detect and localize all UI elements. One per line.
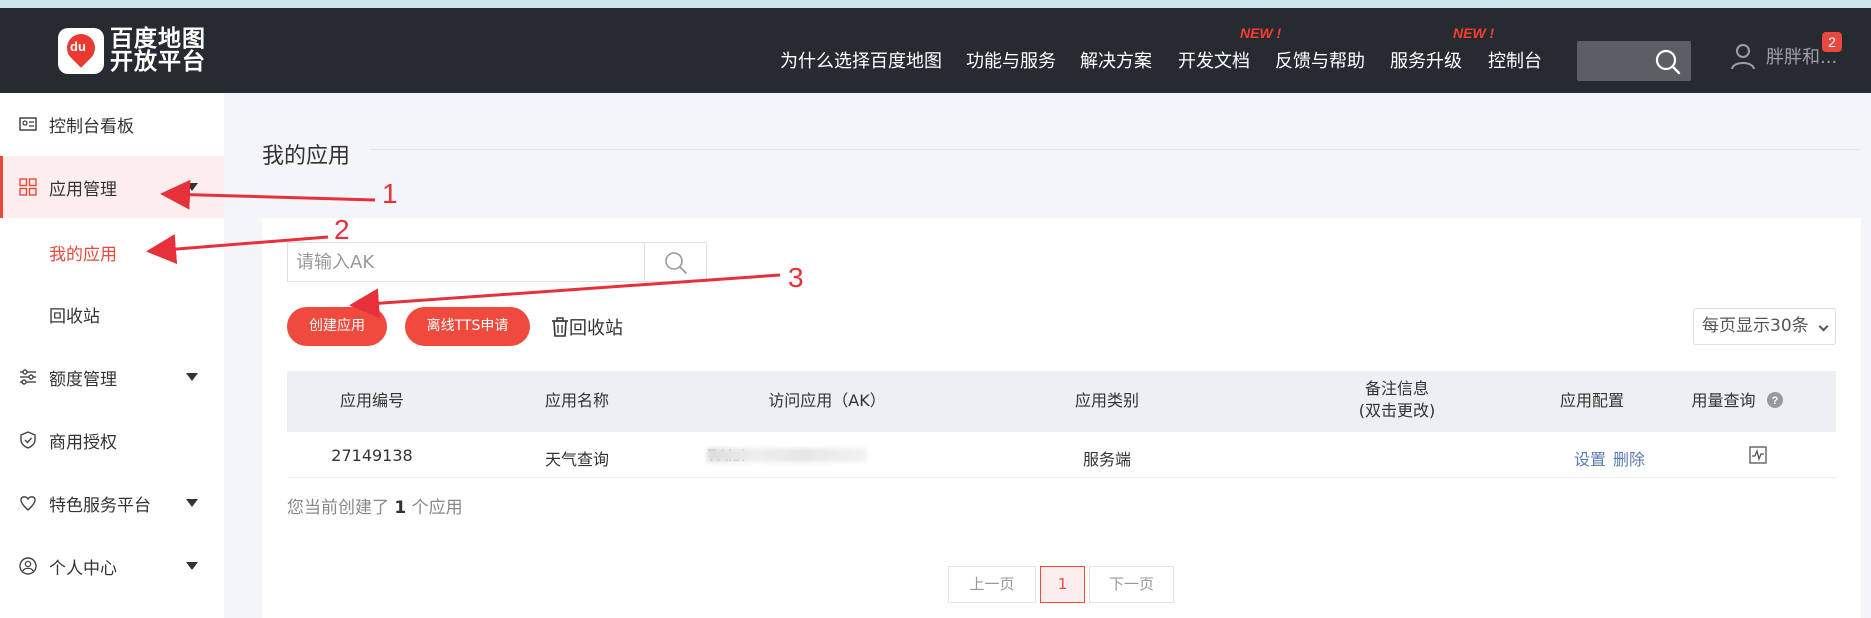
sidebar-item-label: 个人中心 xyxy=(49,558,117,579)
page-title: 我的应用 xyxy=(262,144,351,169)
sidebar: 控制台看板 应用管理 我的应用 回收站 额度管理 商用授权 特色服务平台 个人中… xyxy=(0,93,224,618)
search-icon xyxy=(1655,49,1681,75)
new-badge-upgrade: NEW ! xyxy=(1453,25,1495,41)
chevron-down-icon[interactable] xyxy=(186,562,198,570)
chevron-down-icon[interactable] xyxy=(186,499,198,507)
help-icon[interactable]: ? xyxy=(1766,392,1783,408)
search-icon xyxy=(665,252,687,274)
chevron-down-icon xyxy=(1818,321,1829,332)
gem-icon xyxy=(20,496,36,511)
nav-upgrade[interactable]: 服务升级 xyxy=(1390,50,1462,74)
col-usage-label: 用量查询 xyxy=(1691,391,1756,410)
user-icon xyxy=(1731,44,1755,70)
notification-badge[interactable]: 2 xyxy=(1822,32,1842,52)
header-search[interactable] xyxy=(1577,41,1691,81)
baidu-logo-icon: du xyxy=(58,28,104,74)
id-card-icon xyxy=(19,117,37,131)
sliders-icon xyxy=(20,369,36,385)
page-1-button[interactable]: 1 xyxy=(1040,566,1085,603)
sidebar-item-dashboard[interactable]: 控制台看板 xyxy=(0,93,224,155)
sidebar-item-label: 控制台看板 xyxy=(49,116,134,137)
sidebar-item-label: 应用管理 xyxy=(49,179,117,200)
nav-feedback[interactable]: 反馈与帮助 xyxy=(1275,50,1365,74)
sidebar-item-featured[interactable]: 特色服务平台 xyxy=(0,472,224,534)
recycle-label: 回收站 xyxy=(569,318,623,339)
top-header: du 百度地图 开放平台 为什么选择百度地图 功能与服务 解决方案 开发文档 反… xyxy=(0,8,1871,93)
col-note: 备注信息 (双击更改) xyxy=(1287,378,1507,422)
count-prefix: 您当前创建了 xyxy=(287,498,389,518)
annotation-number-2: 2 xyxy=(334,214,350,245)
sidebar-subitem-my-apps[interactable]: 我的应用 xyxy=(49,240,117,265)
usage-chart-icon[interactable] xyxy=(1749,446,1767,464)
sidebar-subitem-recycle[interactable]: 回收站 xyxy=(49,302,100,327)
app-count: 您当前创建了 1 个应用 xyxy=(287,493,463,518)
shield-check-icon xyxy=(20,431,36,449)
table-header: 应用编号 应用名称 访问应用（AK） 应用类别 备注信息 (双击更改) 应用配置… xyxy=(287,371,1836,432)
col-note-hint: (双击更改) xyxy=(1358,401,1436,420)
cell-app-name: 天气查询 xyxy=(544,450,609,469)
next-page-button[interactable]: 下一页 xyxy=(1089,566,1174,603)
browser-top-strip xyxy=(0,0,1871,8)
logo-mark-text: du xyxy=(70,39,86,54)
new-badge-docs: NEW ! xyxy=(1240,25,1282,41)
sidebar-item-label: 额度管理 xyxy=(49,369,117,390)
annotation-number-1: 1 xyxy=(382,178,398,209)
cell-app-id: 27149138 xyxy=(331,446,413,465)
recycle-bin-link[interactable]: 回收站 xyxy=(551,314,623,340)
chevron-down-icon[interactable] xyxy=(186,373,198,381)
col-app-type: 应用类别 xyxy=(1074,391,1139,410)
count-value: 1 xyxy=(394,498,407,518)
col-app-name: 应用名称 xyxy=(544,391,609,410)
cell-app-type: 服务端 xyxy=(1082,450,1131,469)
chevron-down-icon[interactable] xyxy=(186,183,198,191)
title-divider xyxy=(370,149,1860,150)
col-app-id: 应用编号 xyxy=(339,391,404,410)
offline-tts-button[interactable]: 离线TTS申请 xyxy=(405,307,530,346)
col-config: 应用配置 xyxy=(1559,391,1624,410)
baidu-map-logo[interactable]: du 百度地图 开放平台 xyxy=(58,28,206,74)
logo-line-2: 开放平台 xyxy=(110,49,206,75)
nav-solutions[interactable]: 解决方案 xyxy=(1080,50,1152,74)
sidebar-item-quota[interactable]: 额度管理 xyxy=(0,346,224,408)
ak-search-button[interactable] xyxy=(644,242,707,282)
create-app-button[interactable]: 创建应用 xyxy=(287,307,387,346)
prev-page-button[interactable]: 上一页 xyxy=(948,566,1036,603)
logo-line-1: 百度地图 xyxy=(110,26,206,52)
trash-icon xyxy=(552,317,568,337)
sidebar-item-label: 商用授权 xyxy=(49,432,117,453)
logo-text: 百度地图 开放平台 xyxy=(110,28,206,74)
col-note-label: 备注信息 xyxy=(1364,379,1429,398)
settings-link[interactable]: 设置 xyxy=(1574,446,1606,470)
sidebar-item-personal[interactable]: 个人中心 xyxy=(0,535,224,597)
user-menu[interactable]: 胖胖和... 2 xyxy=(1730,32,1842,70)
annotation-number-3: 3 xyxy=(788,262,804,293)
sidebar-item-commercial[interactable]: 商用授权 xyxy=(0,409,224,471)
per-page-select[interactable]: 每页显示30条 xyxy=(1693,308,1836,345)
delete-link[interactable]: 删除 xyxy=(1613,446,1645,470)
per-page-value: 每页显示30条 xyxy=(1702,316,1809,336)
grid-icon xyxy=(19,178,37,196)
nav-docs[interactable]: 开发文档 xyxy=(1178,50,1250,74)
col-usage: 用量查询 ? xyxy=(1677,390,1797,412)
svg-text:?: ? xyxy=(1771,395,1778,407)
user-circle-icon xyxy=(19,557,37,575)
table-row: 27149138 天气查询 7Aisi 服务端 设置 删除 xyxy=(287,432,1836,478)
nav-console[interactable]: 控制台 xyxy=(1488,50,1542,74)
sidebar-item-app-management[interactable]: 应用管理 xyxy=(0,156,224,218)
sidebar-item-label: 特色服务平台 xyxy=(49,495,151,516)
nav-why-baidu[interactable]: 为什么选择百度地图 xyxy=(780,50,942,74)
nav-features[interactable]: 功能与服务 xyxy=(966,50,1056,74)
ak-search-input[interactable] xyxy=(287,242,645,282)
col-ak: 访问应用（AK） xyxy=(768,391,886,410)
count-suffix: 个应用 xyxy=(411,498,463,518)
ak-redaction xyxy=(707,448,867,462)
